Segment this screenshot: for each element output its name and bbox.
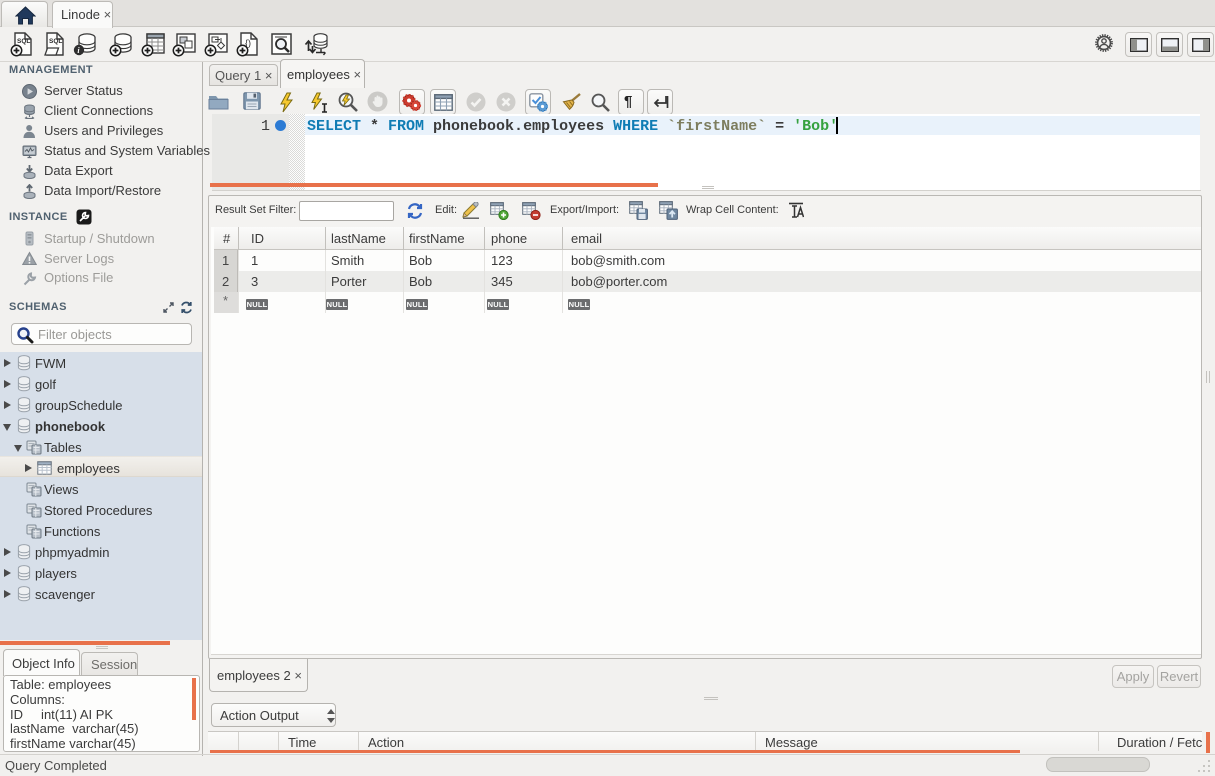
svg-text:SQL: SQL — [17, 38, 30, 45]
svg-text:SQL: SQL — [49, 38, 62, 45]
